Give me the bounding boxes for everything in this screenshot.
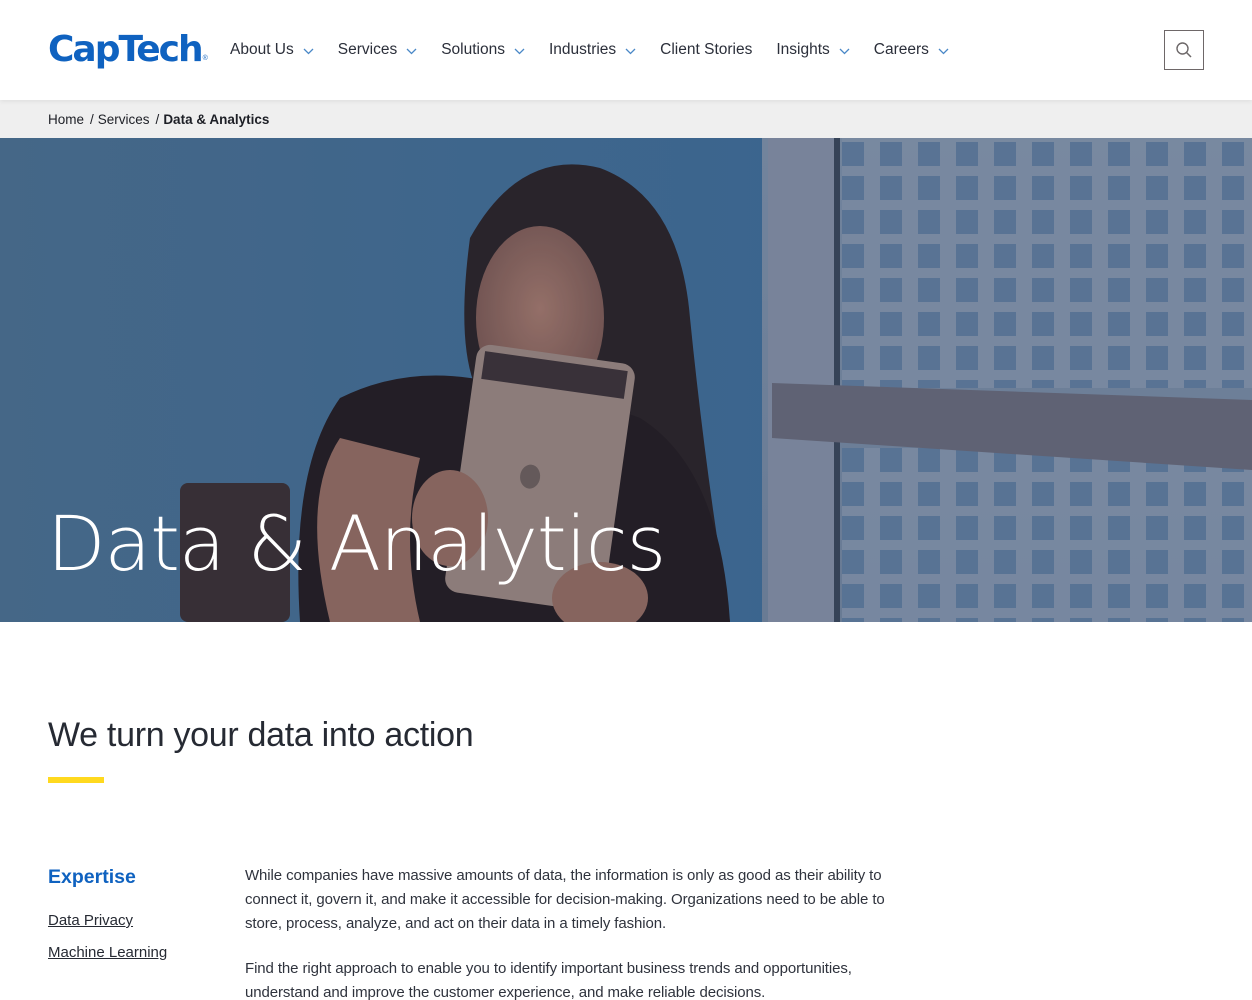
- nav-label: Solutions: [441, 41, 505, 58]
- nav-item-careers[interactable]: Careers: [874, 41, 949, 59]
- breadcrumb: Home / Services / Data & Analytics: [0, 100, 1252, 138]
- breadcrumb-separator: /: [155, 111, 160, 127]
- registered-mark: ®: [202, 55, 208, 62]
- expertise-heading: Expertise: [48, 866, 136, 888]
- nav-item-client-stories[interactable]: Client Stories: [660, 41, 752, 59]
- nav-item-services[interactable]: Services: [338, 41, 417, 59]
- chevron-down-icon: [303, 48, 314, 55]
- captech-logo[interactable]: CapTech ®: [48, 30, 208, 70]
- main-nav: About Us Services Solutions Industries C…: [230, 38, 973, 62]
- link-data-privacy[interactable]: Data Privacy: [48, 912, 133, 929]
- nav-label: Careers: [873, 41, 929, 58]
- link-machine-learning[interactable]: Machine Learning: [48, 944, 167, 961]
- site-header: CapTech ® About Us Services Solutions In…: [0, 0, 1252, 100]
- chevron-down-icon: [839, 48, 850, 55]
- breadcrumb-current: Data & Analytics: [163, 111, 270, 127]
- chevron-down-icon: [625, 48, 636, 55]
- nav-item-about-us[interactable]: About Us: [230, 41, 314, 59]
- logo-text: CapTech: [48, 29, 204, 70]
- nav-label: Industries: [548, 41, 617, 58]
- body-paragraph: Find the right approach to enable you to…: [245, 960, 852, 1000]
- accent-underline: [48, 777, 104, 783]
- nav-label: Services: [337, 41, 398, 58]
- section-title: We turn your data into action: [48, 716, 474, 754]
- breadcrumb-services[interactable]: Services: [98, 112, 150, 127]
- nav-item-industries[interactable]: Industries: [549, 41, 636, 59]
- chevron-down-icon: [938, 48, 949, 55]
- nav-label: Client Stories: [660, 41, 753, 58]
- breadcrumb-separator: /: [90, 111, 94, 127]
- nav-label: About Us: [230, 41, 294, 58]
- chevron-down-icon: [406, 48, 417, 55]
- hero-banner: Data & Analytics: [0, 138, 1252, 622]
- body-paragraph: While companies have massive amounts of …: [245, 867, 885, 932]
- nav-item-solutions[interactable]: Solutions: [441, 41, 525, 59]
- nav-label: Insights: [776, 41, 830, 58]
- search-icon: [1176, 42, 1192, 58]
- breadcrumb-home[interactable]: Home: [48, 112, 84, 127]
- chevron-down-icon: [514, 48, 525, 55]
- search-button[interactable]: [1164, 30, 1204, 70]
- nav-item-insights[interactable]: Insights: [776, 41, 850, 59]
- hero-title: Data & Analytics: [47, 499, 666, 588]
